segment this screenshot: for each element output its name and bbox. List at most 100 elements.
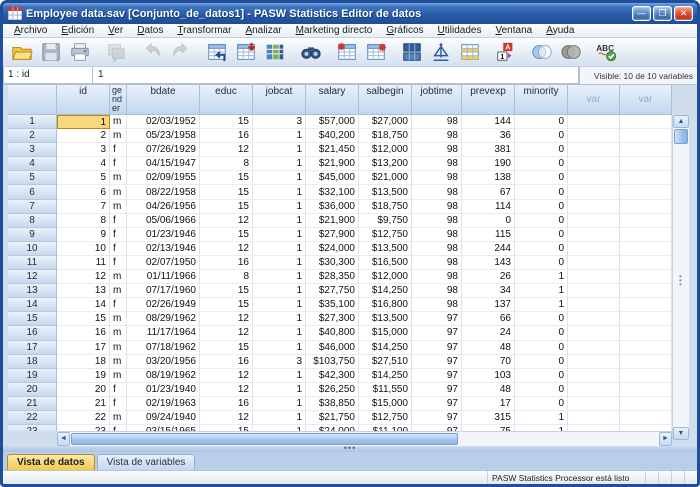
cell-14-minority[interactable]: 1: [515, 298, 568, 312]
cell-21-var2[interactable]: [620, 397, 672, 411]
cell-20-salary[interactable]: $26,250: [306, 383, 359, 397]
goto-variable-icon[interactable]: [231, 39, 260, 65]
cell-6-minority[interactable]: 0: [515, 185, 568, 199]
cell-12-minority[interactable]: 1: [515, 270, 568, 284]
cell-11-gender[interactable]: f: [110, 256, 127, 270]
cell-22-var2[interactable]: [620, 411, 672, 425]
cell-14-gender[interactable]: f: [110, 298, 127, 312]
cell-15-var2[interactable]: [620, 312, 672, 326]
cell-17-prevexp[interactable]: 48: [462, 341, 515, 355]
cell-22-jobtime[interactable]: 97: [412, 411, 462, 425]
row-header-18[interactable]: 18: [8, 355, 57, 369]
cell-8-minority[interactable]: 0: [515, 214, 568, 228]
cell-8-jobtime[interactable]: 98: [412, 214, 462, 228]
cell-18-id[interactable]: 18: [57, 355, 110, 369]
cell-6-educ[interactable]: 15: [200, 185, 253, 199]
cell-16-educ[interactable]: 12: [200, 326, 253, 340]
cell-5-minority[interactable]: 0: [515, 171, 568, 185]
cell-20-jobtime[interactable]: 97: [412, 383, 462, 397]
cell-7-salary[interactable]: $36,000: [306, 200, 359, 214]
cell-17-id[interactable]: 17: [57, 341, 110, 355]
cell-19-var2[interactable]: [620, 369, 672, 383]
cell-18-var1[interactable]: [568, 355, 620, 369]
cell-18-educ[interactable]: 16: [200, 355, 253, 369]
cell-4-prevexp[interactable]: 190: [462, 157, 515, 171]
cell-5-id[interactable]: 5: [57, 171, 110, 185]
cell-11-bdate[interactable]: 02/07/1950: [127, 256, 200, 270]
menu-analizar[interactable]: Analizar: [238, 25, 288, 36]
cell-3-jobtime[interactable]: 98: [412, 143, 462, 157]
row-header-7[interactable]: 7: [8, 200, 57, 214]
spell-check-icon[interactable]: ABC: [592, 39, 621, 65]
cell-12-jobtime[interactable]: 98: [412, 270, 462, 284]
row-header-19[interactable]: 19: [8, 369, 57, 383]
cell-1-jobcat[interactable]: 3: [253, 115, 306, 129]
cell-16-jobcat[interactable]: 1: [253, 326, 306, 340]
cell-17-jobtime[interactable]: 97: [412, 341, 462, 355]
cell-13-salary[interactable]: $27,750: [306, 284, 359, 298]
cell-16-bdate[interactable]: 11/17/1964: [127, 326, 200, 340]
cell-19-salary[interactable]: $42,300: [306, 369, 359, 383]
cell-22-educ[interactable]: 12: [200, 411, 253, 425]
vertical-scroll-track[interactable]: •••: [673, 145, 689, 427]
cell-10-salary[interactable]: $24,000: [306, 242, 359, 256]
row-header-16[interactable]: 16: [8, 326, 57, 340]
cell-22-jobcat[interactable]: 1: [253, 411, 306, 425]
cell-8-educ[interactable]: 12: [200, 214, 253, 228]
cell-12-var1[interactable]: [568, 270, 620, 284]
cell-12-educ[interactable]: 8: [200, 270, 253, 284]
cell-6-jobcat[interactable]: 1: [253, 185, 306, 199]
cell-9-jobcat[interactable]: 1: [253, 228, 306, 242]
menu-ver[interactable]: Ver: [101, 25, 130, 36]
cell-19-salbegin[interactable]: $14,250: [359, 369, 412, 383]
cell-6-gender[interactable]: m: [110, 185, 127, 199]
cell-4-var2[interactable]: [620, 157, 672, 171]
cell-20-salbegin[interactable]: $11,550: [359, 383, 412, 397]
cell-15-bdate[interactable]: 08/29/1962: [127, 312, 200, 326]
cell-15-educ[interactable]: 12: [200, 312, 253, 326]
weight-cases-icon[interactable]: [426, 39, 455, 65]
cell-21-salbegin[interactable]: $15,000: [359, 397, 412, 411]
cell-15-jobtime[interactable]: 97: [412, 312, 462, 326]
row-header-6[interactable]: 6: [8, 185, 57, 199]
open-file-icon[interactable]: [7, 39, 36, 65]
cell-10-var2[interactable]: [620, 242, 672, 256]
column-header-id[interactable]: id: [57, 85, 110, 115]
cell-9-educ[interactable]: 15: [200, 228, 253, 242]
row-header-4[interactable]: 4: [8, 157, 57, 171]
cell-14-salary[interactable]: $35,100: [306, 298, 359, 312]
column-header-salary[interactable]: salary: [306, 85, 359, 115]
column-header-salbegin[interactable]: salbegin: [359, 85, 412, 115]
cell-5-educ[interactable]: 15: [200, 171, 253, 185]
cell-18-minority[interactable]: 0: [515, 355, 568, 369]
column-header-jobtime[interactable]: jobtime: [412, 85, 462, 115]
cell-6-id[interactable]: 6: [57, 185, 110, 199]
cell-17-bdate[interactable]: 07/18/1962: [127, 341, 200, 355]
row-header-21[interactable]: 21: [8, 397, 57, 411]
cell-4-salbegin[interactable]: $13,200: [359, 157, 412, 171]
cell-9-gender[interactable]: f: [110, 228, 127, 242]
cell-5-salary[interactable]: $45,000: [306, 171, 359, 185]
cell-6-bdate[interactable]: 08/22/1958: [127, 185, 200, 199]
cell-7-id[interactable]: 7: [57, 200, 110, 214]
cell-4-bdate[interactable]: 04/15/1947: [127, 157, 200, 171]
cell-7-var2[interactable]: [620, 200, 672, 214]
cell-8-id[interactable]: 8: [57, 214, 110, 228]
cell-18-jobtime[interactable]: 97: [412, 355, 462, 369]
cell-8-salary[interactable]: $21,900: [306, 214, 359, 228]
row-header-11[interactable]: 11: [8, 256, 57, 270]
cell-13-minority[interactable]: 1: [515, 284, 568, 298]
cell-14-jobcat[interactable]: 1: [253, 298, 306, 312]
menu-gr-ficos[interactable]: Gráficos: [379, 25, 430, 36]
cell-2-jobtime[interactable]: 98: [412, 129, 462, 143]
cell-16-var1[interactable]: [568, 326, 620, 340]
cell-18-jobcat[interactable]: 3: [253, 355, 306, 369]
cell-17-educ[interactable]: 15: [200, 341, 253, 355]
cell-4-educ[interactable]: 8: [200, 157, 253, 171]
cell-20-prevexp[interactable]: 48: [462, 383, 515, 397]
cell-17-salary[interactable]: $46,000: [306, 341, 359, 355]
row-header-3[interactable]: 3: [8, 143, 57, 157]
cell-7-salbegin[interactable]: $18,750: [359, 200, 412, 214]
cell-9-salbegin[interactable]: $12,750: [359, 228, 412, 242]
cell-15-var1[interactable]: [568, 312, 620, 326]
